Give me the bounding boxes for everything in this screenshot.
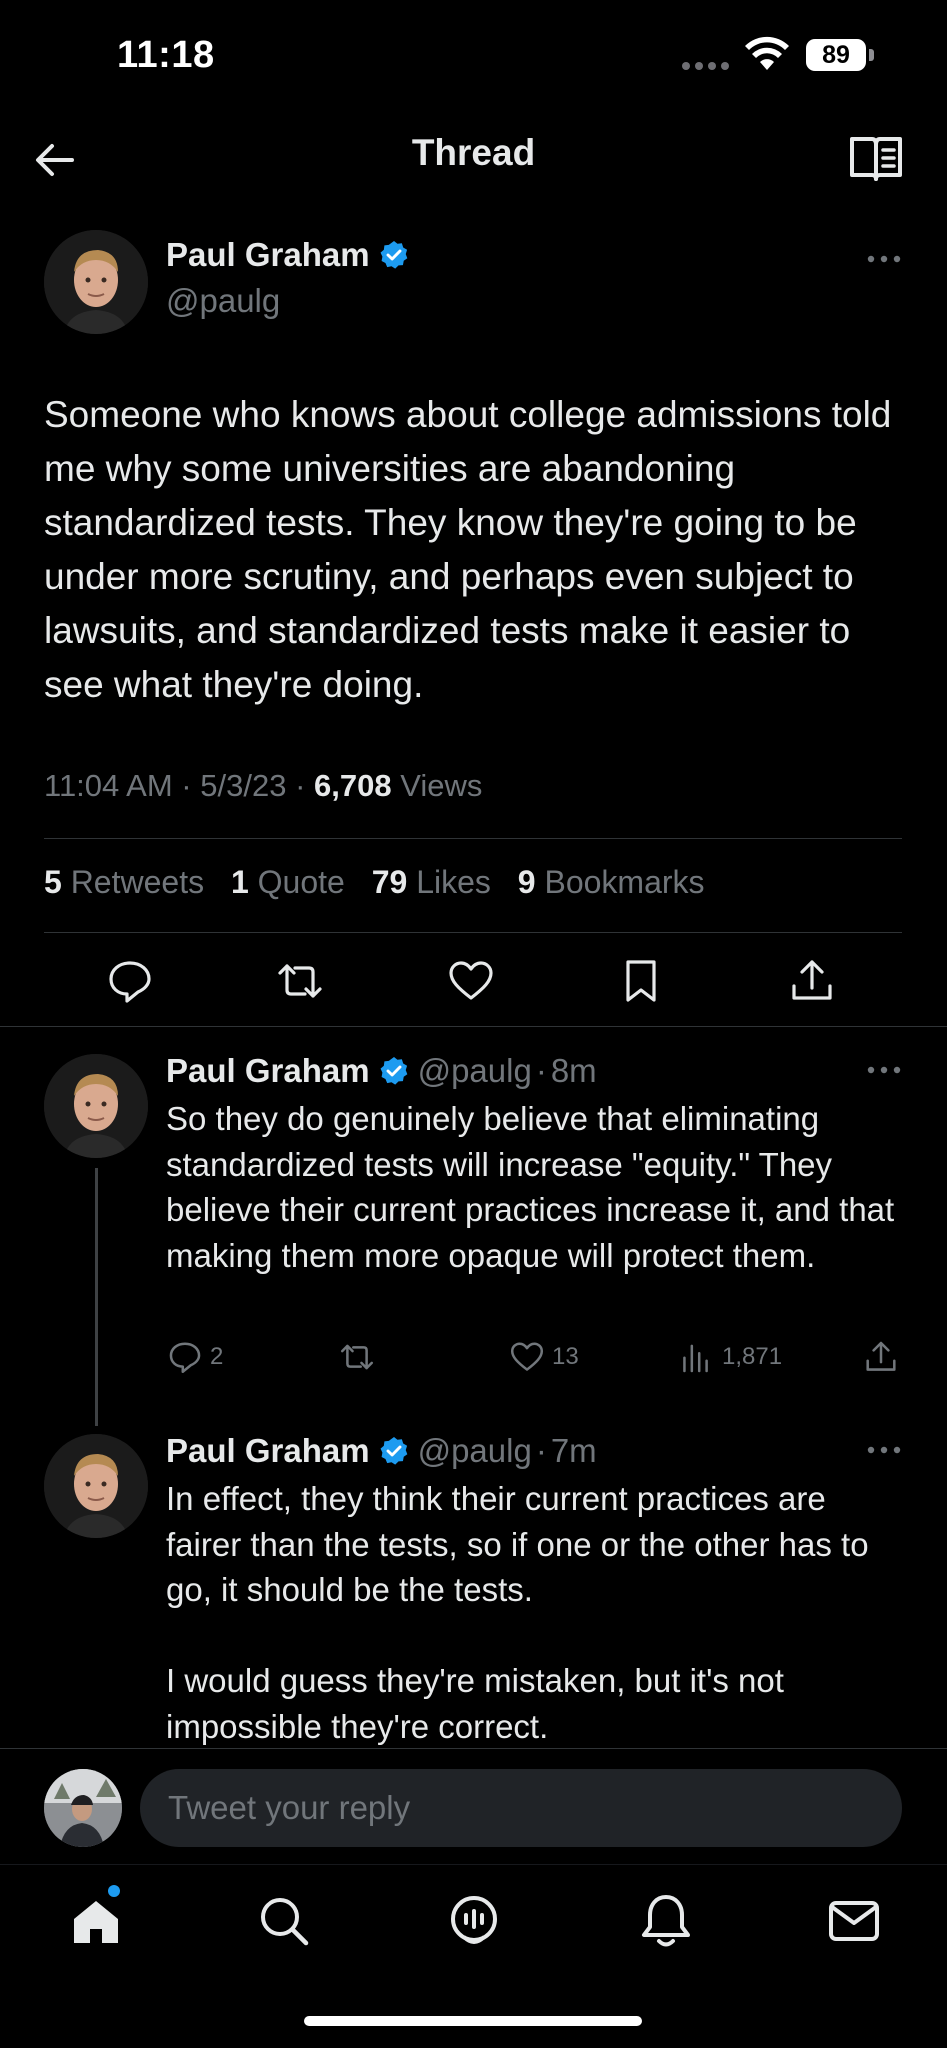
views-icon [683,1344,708,1373]
my-avatar[interactable] [44,1769,122,1847]
reply-author-name[interactable]: Paul Graham [166,1432,370,1469]
status-time: 11:18 [117,34,215,76]
verified-badge-icon [380,1437,407,1465]
likes-stat[interactable]: 79 Likes [372,864,491,900]
divider [44,932,902,933]
home-indicator[interactable] [304,2016,642,2026]
reply-header: Paul Graham @paulg · 8m [166,1052,597,1089]
reply-composer [0,1748,947,1864]
reply-input[interactable] [140,1769,902,1847]
verified-badge-icon [380,241,407,269]
reply-count: 2 [210,1343,224,1370]
more-icon[interactable] [864,1064,904,1076]
retweets-stat[interactable]: 5 Retweets [44,864,204,900]
more-icon[interactable] [864,1444,904,1456]
like-count: 13 [552,1343,579,1370]
reply-age: 7m [550,1432,597,1469]
reply-header: Paul Graham @paulg · 7m [166,1432,597,1469]
verified-badge-icon [380,1057,407,1085]
thread-connector-line [95,1168,98,1426]
reply-handle[interactable]: @paulg [418,1052,532,1089]
divider [44,838,902,839]
reply-icon [169,1342,201,1374]
views-count: 6,708 [314,768,392,803]
spaces-icon[interactable] [444,1891,504,1951]
bookmarks-stat[interactable]: 9 Bookmarks [518,864,705,900]
retweet-icon[interactable] [277,958,323,1004]
page-title: Thread [411,132,536,173]
reply-text-paragraph-2: I would guess they're mistaken, but it's… [166,1662,784,1745]
views-button[interactable]: 1,871 [680,1340,782,1374]
reply-text: So they do genuinely believe that elimin… [166,1100,895,1274]
reader-mode-icon[interactable] [848,133,904,185]
reply-button[interactable]: 2 [168,1340,223,1374]
notifications-icon[interactable] [636,1891,696,1951]
status-bar: 11:18 89 [0,0,947,115]
top-navigation: Thread [0,115,947,205]
messages-icon[interactable] [824,1891,884,1951]
quotes-stat[interactable]: 1 Quote [231,864,345,900]
battery-tip [869,49,874,61]
reply-icon[interactable] [107,958,153,1004]
share-icon [866,1341,896,1371]
avatar[interactable] [44,230,148,334]
battery-indicator: 89 [806,39,866,71]
search-icon[interactable] [254,1891,314,1951]
share-icon[interactable] [789,958,835,1004]
reply-author-name[interactable]: Paul Graham [166,1052,370,1089]
retweet-icon [340,1344,374,1370]
views-label: Views [400,768,483,803]
tweet-stats: 5 Retweets 1 Quote 79 Likes 9 Bookmarks [44,864,723,901]
view-count: 1,871 [722,1343,783,1370]
home-notification-dot [108,1885,120,1897]
like-button[interactable]: 13 [510,1340,579,1374]
like-icon[interactable] [448,958,494,1004]
reply-age: 8m [550,1052,597,1089]
cellular-signal-icon [682,62,729,70]
tweet-time: 11:04 AM [44,768,173,803]
wifi-icon [745,36,789,70]
avatar[interactable] [44,1054,148,1158]
reply-handle[interactable]: @paulg [418,1432,532,1469]
reply-text-paragraph-1: In effect, they think their current prac… [166,1480,869,1608]
retweet-button[interactable] [340,1340,374,1374]
tweet-meta: 11:04 AM · 5/3/23 · 6,708 Views [44,768,483,803]
tweet-date: 5/3/23 [200,768,287,803]
author-name[interactable]: Paul Graham [166,236,410,274]
more-icon[interactable] [864,253,904,265]
bookmark-icon[interactable] [618,958,664,1004]
author-handle[interactable]: @paulg [166,282,280,320]
divider [0,1026,947,1027]
like-icon [510,1342,544,1371]
tweet-text: Someone who knows about college admissio… [44,394,892,705]
author-name-text: Paul Graham [166,236,370,273]
home-icon[interactable] [66,1891,126,1951]
avatar[interactable] [44,1434,148,1538]
share-button[interactable] [864,1340,898,1374]
